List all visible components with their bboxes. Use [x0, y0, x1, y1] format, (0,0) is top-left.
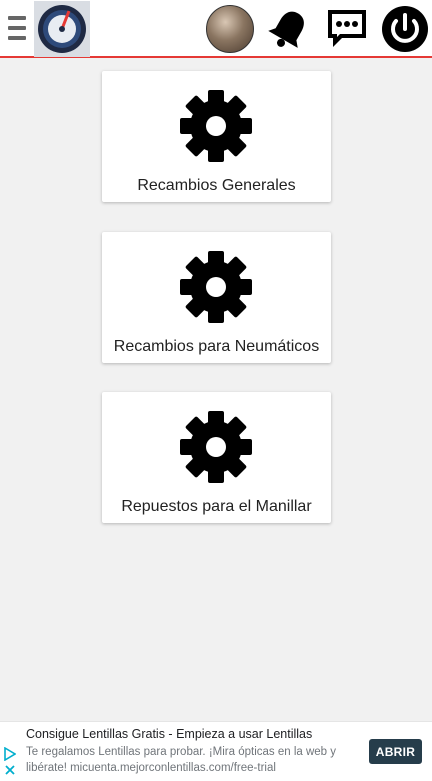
category-card-recambios-generales[interactable]: Recambios Generales [102, 71, 331, 202]
menu-icon[interactable] [8, 16, 26, 40]
gear-icon [180, 251, 252, 323]
category-label: Recambios para Neumáticos [113, 338, 320, 355]
power-icon[interactable] [380, 4, 430, 54]
app-screen: Recambios Generales Recambios para Neumá… [0, 0, 432, 781]
ad-title[interactable]: Consigue Lentillas Gratis - Empieza a us… [26, 727, 312, 741]
ad-description: Te regalamos Lentillas para probar. ¡Mir… [26, 746, 337, 774]
bell-icon[interactable] [264, 4, 314, 54]
category-label: Repuestos para el Manillar [121, 498, 312, 515]
user-avatar[interactable] [206, 5, 254, 53]
brand-logo[interactable] [34, 1, 90, 57]
gear-icon [180, 411, 252, 483]
category-label: Recambios Generales [137, 177, 296, 194]
top-bar [0, 0, 432, 58]
chat-icon[interactable] [322, 4, 372, 54]
gear-icon [180, 90, 252, 162]
ad-open-button[interactable]: ABRIR [369, 739, 422, 764]
play-triangle-icon[interactable] [4, 747, 16, 761]
category-card-repuestos-manillar[interactable]: Repuestos para el Manillar [102, 392, 331, 523]
close-icon[interactable] [4, 764, 16, 776]
ad-banner[interactable]: Consigue Lentillas Gratis - Empieza a us… [0, 721, 432, 781]
category-card-recambios-neumaticos[interactable]: Recambios para Neumáticos [102, 232, 331, 363]
